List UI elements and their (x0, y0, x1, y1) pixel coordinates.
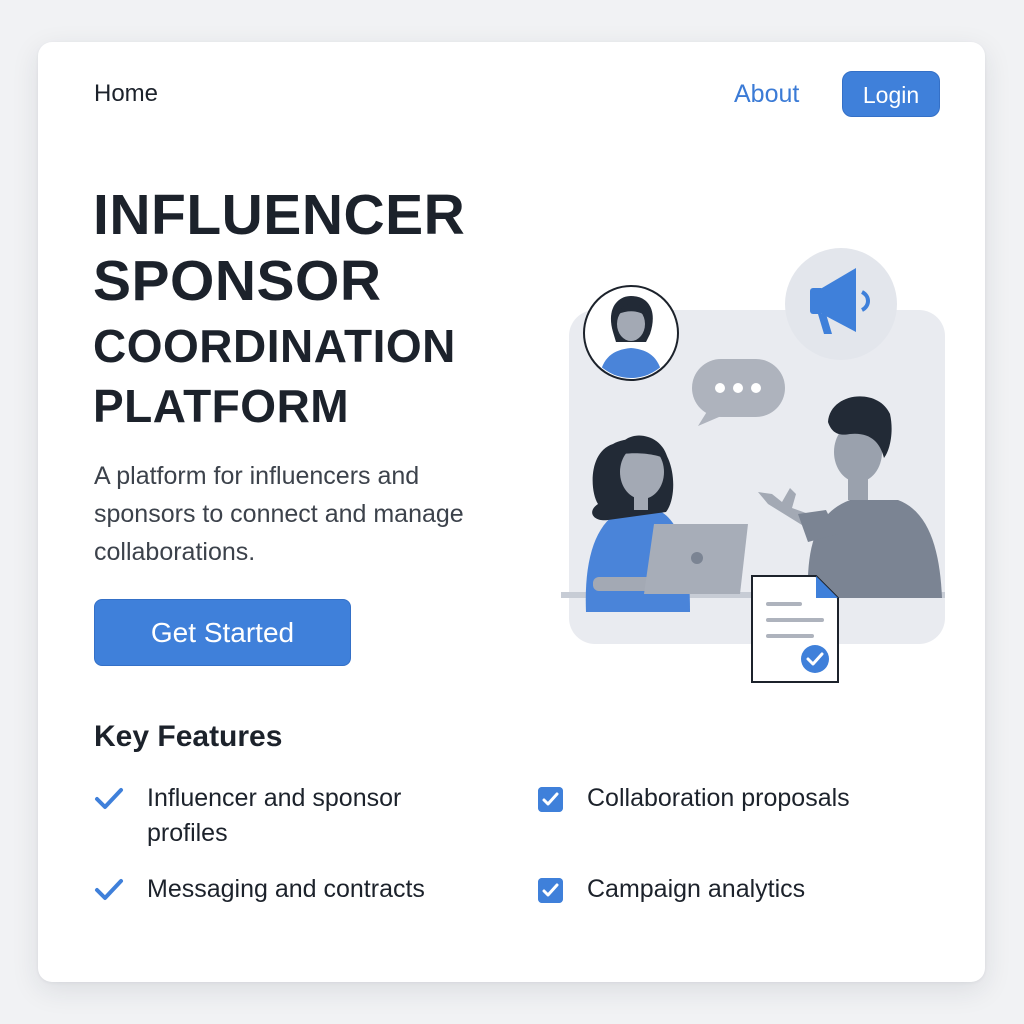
get-started-button[interactable]: Get Started (94, 599, 351, 666)
laptop-icon (644, 524, 748, 594)
feature-label: Collaboration proposals (587, 784, 850, 812)
collaboration-illustration (561, 248, 945, 683)
checkbox-icon (538, 787, 563, 812)
checkmark-icon (95, 788, 123, 809)
feature-label: Influencer and sponsor profiles (147, 784, 402, 847)
key-features-heading: Key Features (94, 720, 283, 753)
page-title: INFLUENCER SPONSOR COORDINATION PLATFORM (93, 182, 533, 436)
nav-about-link[interactable]: About (734, 80, 799, 109)
landing-card: Home About Login INFLUENCER SPONSOR COOR… (38, 42, 985, 982)
feature-label: Campaign analytics (587, 875, 806, 903)
nav-home-link[interactable]: Home (94, 80, 158, 108)
title-line-4: PLATFORM (93, 380, 350, 432)
feature-label: Messaging and contracts (147, 875, 425, 903)
hero-description: A platform for influencers and sponsors … (94, 462, 464, 566)
login-button[interactable]: Login (842, 71, 940, 117)
title-line-2: SPONSOR (93, 249, 382, 313)
title-line-3: COORDINATION (93, 320, 456, 372)
title-line-1: INFLUENCER (93, 183, 466, 247)
checkbox-icon (538, 878, 563, 903)
contract-document-icon (751, 575, 839, 683)
megaphone-icon (785, 248, 897, 360)
checkmark-icon (95, 879, 123, 900)
